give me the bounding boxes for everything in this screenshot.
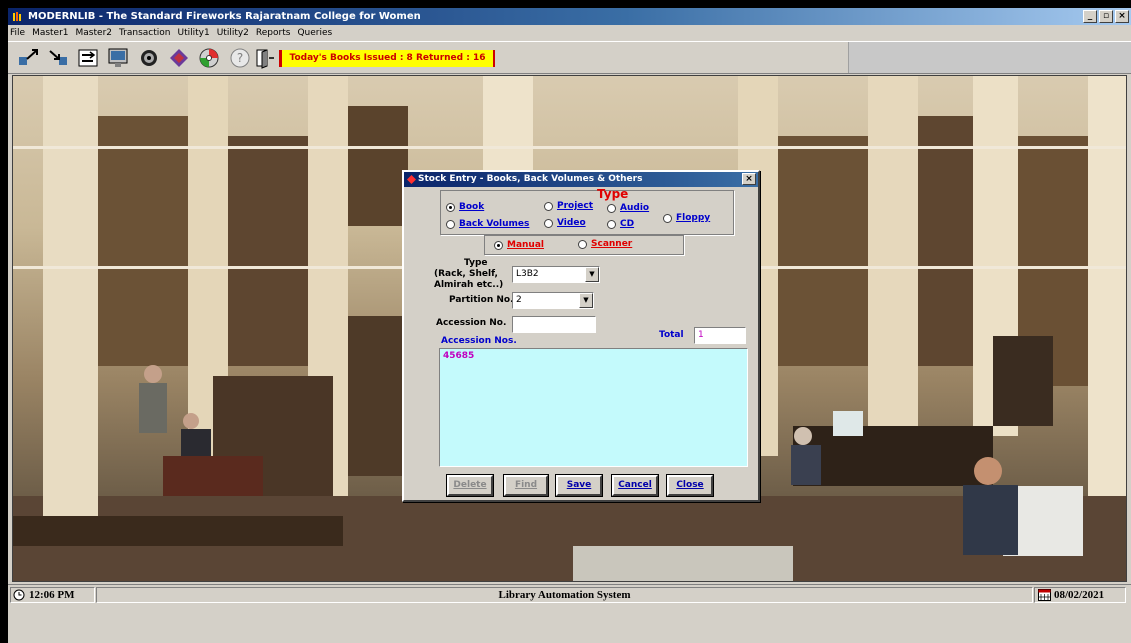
stock-entry-dialog: Stock Entry - Books, Back Volumes & Othe… bbox=[402, 170, 760, 502]
menu-utility2[interactable]: Utility2 bbox=[217, 25, 249, 41]
radio-video-label: Video bbox=[557, 218, 586, 228]
status-bar: 12:06 PM Library Automation System 08/02… bbox=[8, 584, 1131, 604]
partition-value: 2 bbox=[516, 295, 522, 305]
date-panel: 08/02/2021 bbox=[1034, 587, 1126, 603]
radio-project-dot bbox=[544, 201, 553, 211]
dialog-title: Stock Entry - Books, Back Volumes & Othe… bbox=[418, 174, 643, 184]
location-label-2: (Rack, Shelf, bbox=[434, 269, 498, 279]
total-label: Total bbox=[659, 330, 684, 340]
radio-cd-label: CD bbox=[620, 219, 635, 229]
radio-manual-label: Manual bbox=[507, 240, 545, 250]
partition-dropdown-icon[interactable]: ▼ bbox=[579, 293, 593, 308]
close-button[interactable]: × bbox=[1115, 10, 1129, 23]
title-bar: MODERNLIB - The Standard Fireworks Rajar… bbox=[8, 8, 1131, 25]
radio-back-volumes-label: Back Volumes bbox=[459, 219, 530, 229]
close-dialog-button-label: Close bbox=[676, 480, 704, 490]
menu-file[interactable]: File bbox=[10, 25, 25, 41]
radio-audio[interactable]: Audio bbox=[607, 203, 649, 213]
cd-icon[interactable] bbox=[195, 45, 222, 71]
accession-list-label: Accession Nos. bbox=[441, 336, 517, 346]
app-window: MODERNLIB - The Standard Fireworks Rajar… bbox=[8, 8, 1131, 643]
radio-book-dot bbox=[446, 202, 455, 212]
find-button[interactable]: Find bbox=[504, 475, 548, 496]
radio-book[interactable]: Book bbox=[446, 202, 484, 212]
radio-floppy[interactable]: Floppy bbox=[663, 213, 710, 223]
save-button-label: Save bbox=[566, 480, 592, 490]
status-time: 12:06 PM bbox=[29, 589, 75, 601]
menu-reports[interactable]: Reports bbox=[256, 25, 291, 41]
dialog-icon bbox=[407, 175, 416, 184]
toolbar: ? Today's Books Issued : 8 Returned : 16 bbox=[8, 41, 1131, 74]
catalog-icon[interactable] bbox=[104, 45, 131, 71]
calendar-icon bbox=[1038, 589, 1051, 601]
location-value: L3B2 bbox=[516, 269, 539, 279]
clock-panel: 12:06 PM bbox=[10, 587, 95, 603]
delete-button-label: Delete bbox=[453, 480, 487, 490]
radio-project[interactable]: Project bbox=[544, 201, 593, 211]
accession-input[interactable] bbox=[512, 316, 596, 333]
radio-scanner-label: Scanner bbox=[591, 239, 633, 249]
location-label-1: Type bbox=[464, 258, 488, 268]
radio-back-volumes-dot bbox=[446, 219, 455, 229]
radio-video[interactable]: Video bbox=[544, 218, 586, 228]
location-label-3: Almirah etc..) bbox=[434, 280, 504, 290]
radio-back-volumes[interactable]: Back Volumes bbox=[446, 219, 529, 229]
view-icon[interactable] bbox=[135, 45, 162, 71]
status-date: 08/02/2021 bbox=[1054, 589, 1105, 601]
transfer-icon[interactable] bbox=[74, 45, 101, 71]
menu-utility1[interactable]: Utility1 bbox=[178, 25, 210, 41]
menu-bar: File Master1 Master2 Transaction Utility… bbox=[8, 25, 1131, 41]
radio-floppy-label: Floppy bbox=[676, 213, 711, 223]
accession-label: Accession No. bbox=[436, 318, 507, 328]
find-button-label: Find bbox=[514, 480, 538, 490]
help-icon[interactable]: ? bbox=[226, 45, 253, 71]
menu-queries[interactable]: Queries bbox=[297, 25, 332, 41]
dialog-close-button[interactable]: × bbox=[742, 173, 756, 185]
accession-list-item[interactable]: 45685 bbox=[440, 349, 747, 363]
radio-scanner[interactable]: Scanner bbox=[578, 239, 632, 249]
system-panel: Library Automation System bbox=[96, 587, 1033, 603]
type-heading: Type bbox=[597, 187, 629, 201]
location-dropdown-icon[interactable]: ▼ bbox=[585, 267, 599, 282]
radio-manual[interactable]: Manual bbox=[494, 240, 544, 250]
menu-master1[interactable]: Master1 bbox=[32, 25, 68, 41]
accession-list[interactable]: 45685 bbox=[439, 348, 748, 467]
total-field: 1 bbox=[694, 327, 746, 344]
window-title: MODERNLIB - The Standard Fireworks Rajar… bbox=[28, 11, 421, 22]
books-issued-status: Today's Books Issued : 8 Returned : 16 bbox=[279, 50, 495, 67]
svg-text:?: ? bbox=[236, 51, 242, 65]
radio-video-dot bbox=[544, 218, 553, 228]
dialog-title-bar: Stock Entry - Books, Back Volumes & Othe… bbox=[404, 172, 758, 187]
exit-icon[interactable] bbox=[250, 45, 277, 71]
return-book-icon[interactable] bbox=[44, 45, 71, 71]
clock-icon bbox=[13, 589, 25, 601]
maximize-button[interactable]: ▫ bbox=[1099, 10, 1113, 23]
cancel-button[interactable]: Cancel bbox=[612, 475, 658, 496]
delete-button[interactable]: Delete bbox=[447, 475, 493, 496]
toolbar-spacer bbox=[848, 42, 1131, 73]
radio-manual-dot bbox=[494, 240, 503, 250]
book-icon[interactable] bbox=[165, 45, 192, 71]
issue-book-icon[interactable] bbox=[14, 45, 41, 71]
partition-label: Partition No. bbox=[449, 295, 514, 305]
radio-audio-dot bbox=[607, 203, 616, 213]
app-icon bbox=[13, 12, 21, 21]
status-system: Library Automation System bbox=[498, 589, 631, 601]
menu-master2[interactable]: Master2 bbox=[76, 25, 112, 41]
radio-cd[interactable]: CD bbox=[607, 219, 634, 229]
radio-cd-dot bbox=[607, 219, 616, 229]
menu-transaction[interactable]: Transaction bbox=[119, 25, 171, 41]
radio-project-label: Project bbox=[557, 201, 594, 211]
partition-combo[interactable]: 2 ▼ bbox=[512, 292, 594, 309]
radio-floppy-dot bbox=[663, 213, 672, 223]
radio-audio-label: Audio bbox=[620, 203, 650, 213]
cancel-button-label: Cancel bbox=[618, 480, 652, 490]
radio-book-label: Book bbox=[459, 202, 485, 212]
save-button[interactable]: Save bbox=[556, 475, 602, 496]
location-combo[interactable]: L3B2 ▼ bbox=[512, 266, 600, 283]
minimize-button[interactable]: _ bbox=[1083, 10, 1097, 23]
radio-scanner-dot bbox=[578, 239, 587, 249]
close-dialog-button[interactable]: Close bbox=[667, 475, 713, 496]
